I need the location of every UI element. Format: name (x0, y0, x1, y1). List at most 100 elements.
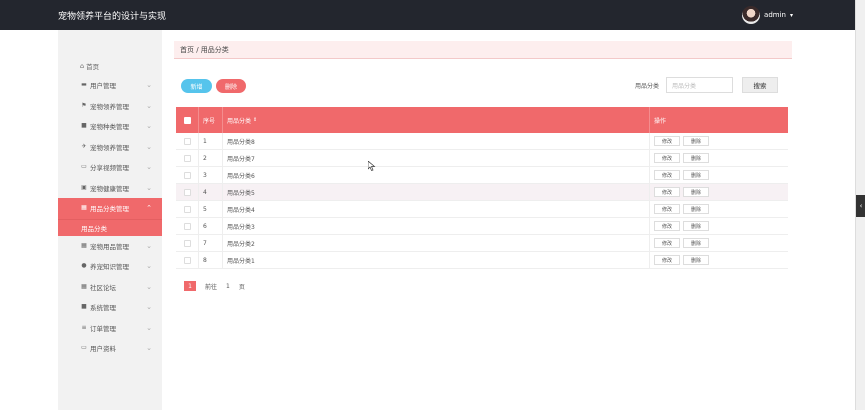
row-checkbox[interactable] (183, 222, 191, 230)
top-bar: 宠物领养平台的设计与实现 admin ▾ (0, 0, 865, 30)
edit-button[interactable]: 修改 (654, 204, 680, 214)
card-icon: ▭ (81, 344, 87, 352)
search-input[interactable]: 用品分类 (666, 77, 733, 93)
row-delete-button[interactable]: 删除 (683, 204, 709, 214)
sidebar-item-orders[interactable]: ≡ 订单管理 ⌄ (58, 318, 162, 339)
select-all-checkbox[interactable] (183, 116, 191, 124)
edit-button[interactable]: 修改 (654, 221, 680, 231)
cell-op: 修改 删除 (649, 252, 788, 268)
chevron-down-icon[interactable]: ⌄ (146, 122, 152, 130)
chevron-down-icon[interactable]: ⌄ (146, 344, 152, 352)
sidebar-item-pet-adoption[interactable]: ⚑ 宠物领养管理 ⌄ (58, 96, 162, 117)
video-icon: ▭ (81, 163, 87, 171)
edit-button[interactable]: 修改 (654, 255, 680, 265)
grid-icon: ▦ (81, 282, 87, 290)
sidebar-item-home[interactable]: ⌂ 首页 (80, 61, 99, 71)
sidebar-item-label: 宠物领养管理 (90, 143, 129, 152)
chevron-down-icon[interactable]: ⌄ (146, 81, 152, 89)
chevron-down-icon[interactable]: ⌄ (146, 163, 152, 171)
cell-name: 用品分类6 (222, 167, 649, 183)
sidebar-item-system[interactable]: ■ 系统管理 ⌄ (58, 297, 162, 318)
row-delete-button[interactable]: 删除 (683, 136, 709, 146)
row-checkbox[interactable] (183, 171, 191, 179)
sidebar-item-profile[interactable]: ▭ 用户资料 ⌄ (58, 338, 162, 359)
sidebar-item-pet-knowledge[interactable]: ● 养宠知识管理 ⌄ (58, 256, 162, 277)
sidebar-item-label: 用品分类管理 (90, 205, 129, 214)
row-delete-button[interactable]: 删除 (683, 221, 709, 231)
sidebar-item-pet-supplies[interactable]: ▦ 宠物用品管理 ⌄ (58, 236, 162, 257)
chevron-down-icon[interactable]: ⌄ (146, 242, 152, 250)
home-icon: ⌂ (80, 62, 85, 70)
cell-no: 2 (198, 150, 222, 166)
search-button[interactable]: 搜索 (742, 77, 778, 93)
row-checkbox[interactable] (183, 239, 191, 247)
cell-no: 3 (198, 167, 222, 183)
sidebar-item-label: 分享视频管理 (90, 164, 129, 173)
row-delete-button[interactable]: 删除 (683, 255, 709, 265)
sidebar-item-forum[interactable]: ▦ 社区论坛 ⌄ (58, 277, 162, 298)
cell-op: 修改 删除 (649, 218, 788, 234)
user-menu[interactable]: admin ▾ (742, 6, 793, 24)
pager-unit-label: 页 (238, 283, 245, 291)
cell-op: 修改 删除 (649, 133, 788, 149)
edit-button[interactable]: 修改 (654, 238, 680, 248)
page-input[interactable]: 1 (226, 283, 230, 290)
edit-button[interactable]: 修改 (654, 187, 680, 197)
chevron-down-icon[interactable]: ⌄ (146, 283, 152, 291)
page-scrollbar[interactable]: ‹ (855, 0, 865, 410)
sidebar-item-pet-category[interactable]: ■ 宠物种类管理 ⌄ (58, 116, 162, 137)
row-delete-button[interactable]: 删除 (683, 187, 709, 197)
chevron-down-icon[interactable]: ⌄ (146, 324, 152, 332)
edit-button[interactable]: 修改 (654, 153, 680, 163)
row-checkbox[interactable] (183, 205, 191, 213)
table-row: 1 用品分类8 修改 删除 (176, 133, 788, 150)
delete-button[interactable]: 删除 (216, 79, 246, 93)
cell-name: 用品分类2 (222, 235, 649, 251)
chevron-down-icon[interactable]: ⌄ (146, 102, 152, 110)
chevron-down-icon[interactable]: ▾ (790, 12, 793, 19)
flag-icon: ⚑ (81, 101, 87, 109)
sidebar-item-video-share[interactable]: ▭ 分享视频管理 ⌄ (58, 157, 162, 178)
mouse-cursor-icon (368, 161, 376, 171)
sort-icon[interactable]: ⇕ (253, 117, 257, 123)
row-delete-button[interactable]: 删除 (683, 238, 709, 248)
avatar[interactable] (742, 6, 761, 24)
chevron-up-icon[interactable]: ⌃ (146, 204, 152, 212)
sidebar-subitem-supply-category[interactable]: 用品分类 (58, 218, 162, 236)
select-all-cell (176, 116, 198, 124)
sidebar-item-user-management[interactable]: ▬ 用户管理 ⌄ (58, 75, 162, 96)
add-button[interactable]: 新增 (181, 79, 212, 93)
header-no: 序号 (198, 107, 222, 133)
chevron-down-icon[interactable]: ⌄ (146, 143, 152, 151)
edit-button[interactable]: 修改 (654, 136, 680, 146)
header-name[interactable]: 用品分类 ⇕ (222, 107, 649, 133)
table-header: 序号 用品分类 ⇕ 操作 (176, 107, 788, 133)
sidebar-item-supply-category[interactable]: ▦ 用品分类管理 ⌃ (58, 198, 162, 219)
user-name[interactable]: admin (764, 11, 786, 19)
pager-goto-label: 前往 (205, 283, 218, 291)
sidebar-item-label: 社区论坛 (90, 283, 116, 292)
chevron-down-icon[interactable]: ⌄ (146, 303, 152, 311)
table-row: 5 用品分类4 修改 删除 (176, 201, 788, 218)
sidebar-item-pet-adoption-2[interactable]: ✈ 宠物领养管理 ⌄ (58, 137, 162, 158)
edit-button[interactable]: 修改 (654, 170, 680, 180)
header-op: 操作 (649, 107, 788, 133)
row-delete-button[interactable]: 删除 (683, 153, 709, 163)
page-current[interactable]: 1 (184, 281, 196, 291)
chevron-down-icon[interactable]: ⌄ (146, 262, 152, 270)
chevron-down-icon[interactable]: ⌄ (146, 184, 152, 192)
main-content: 首页 / 用品分类 新增 删除 用品分类 用品分类 搜索 序号 用品分类 ⇕ 操… (162, 30, 812, 410)
row-checkbox[interactable] (183, 256, 191, 264)
app-title: 宠物领养平台的设计与实现 (58, 12, 167, 22)
cell-name: 用品分类1 (222, 252, 649, 268)
sidebar-item-pet-health[interactable]: ▣ 宠物健康管理 ⌄ (58, 178, 162, 199)
cell-name: 用品分类5 (222, 184, 649, 200)
breadcrumb[interactable]: 首页 / 用品分类 (174, 41, 792, 59)
row-delete-button[interactable]: 删除 (683, 170, 709, 180)
search-label: 用品分类 (635, 83, 660, 90)
collapse-toggle[interactable]: ‹ (856, 195, 865, 217)
cell-op: 修改 删除 (649, 201, 788, 217)
row-checkbox[interactable] (183, 188, 191, 196)
row-checkbox[interactable] (183, 154, 191, 162)
row-checkbox[interactable] (183, 137, 191, 145)
